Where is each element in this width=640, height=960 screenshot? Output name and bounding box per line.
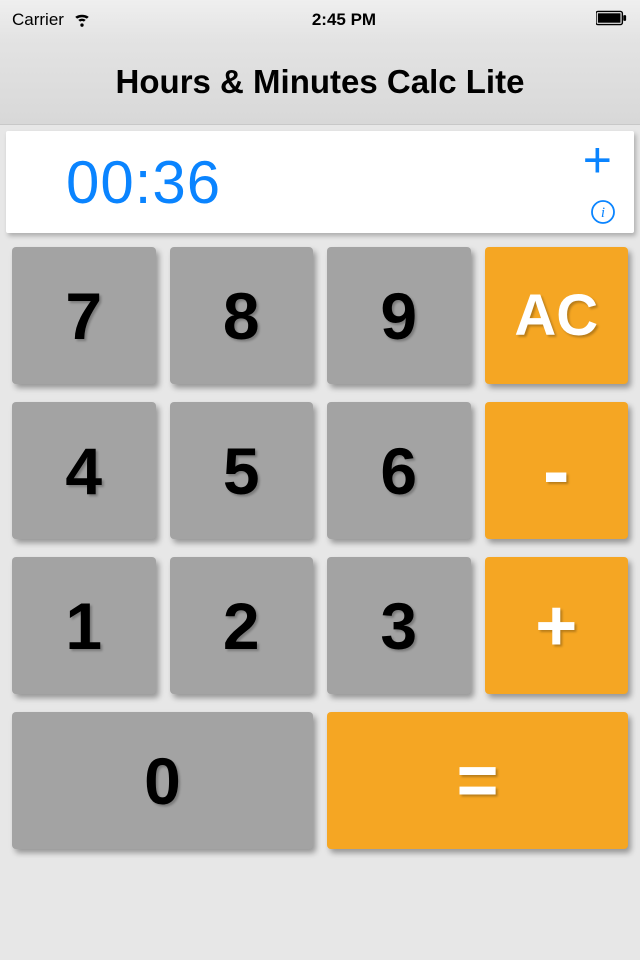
page-title: Hours & Minutes Calc Lite <box>0 40 640 125</box>
digit-8-button[interactable]: 8 <box>170 247 314 384</box>
info-icon: i <box>601 205 605 221</box>
digit-9-button[interactable]: 9 <box>327 247 471 384</box>
digit-2-button[interactable]: 2 <box>170 557 314 694</box>
carrier-label: Carrier <box>12 10 64 30</box>
digit-0-button[interactable]: 0 <box>12 712 313 849</box>
wifi-icon <box>72 8 92 33</box>
keypad-row: 123+ <box>4 557 636 712</box>
digit-6-button[interactable]: 6 <box>327 402 471 539</box>
add-button[interactable]: + <box>485 557 629 694</box>
battery-icon <box>596 10 628 31</box>
digit-3-button[interactable]: 3 <box>327 557 471 694</box>
display-value: 00:36 <box>6 148 221 217</box>
display-panel: 00:36 + i <box>6 131 634 233</box>
keypad-row: 456- <box>4 402 636 557</box>
keypad: 789AC456-123+0= <box>0 239 640 875</box>
keypad-row: 789AC <box>4 247 636 402</box>
digit-5-button[interactable]: 5 <box>170 402 314 539</box>
display-operation: + <box>583 135 612 185</box>
keypad-row: 0= <box>4 712 636 867</box>
digit-4-button[interactable]: 4 <box>12 402 156 539</box>
equals-button[interactable]: = <box>327 712 628 849</box>
info-button[interactable]: i <box>590 199 616 225</box>
digit-7-button[interactable]: 7 <box>12 247 156 384</box>
status-bar: Carrier 2:45 PM <box>0 0 640 40</box>
digit-1-button[interactable]: 1 <box>12 557 156 694</box>
subtract-button[interactable]: - <box>485 402 629 539</box>
all-clear-button[interactable]: AC <box>485 247 629 384</box>
status-time: 2:45 PM <box>312 10 376 30</box>
